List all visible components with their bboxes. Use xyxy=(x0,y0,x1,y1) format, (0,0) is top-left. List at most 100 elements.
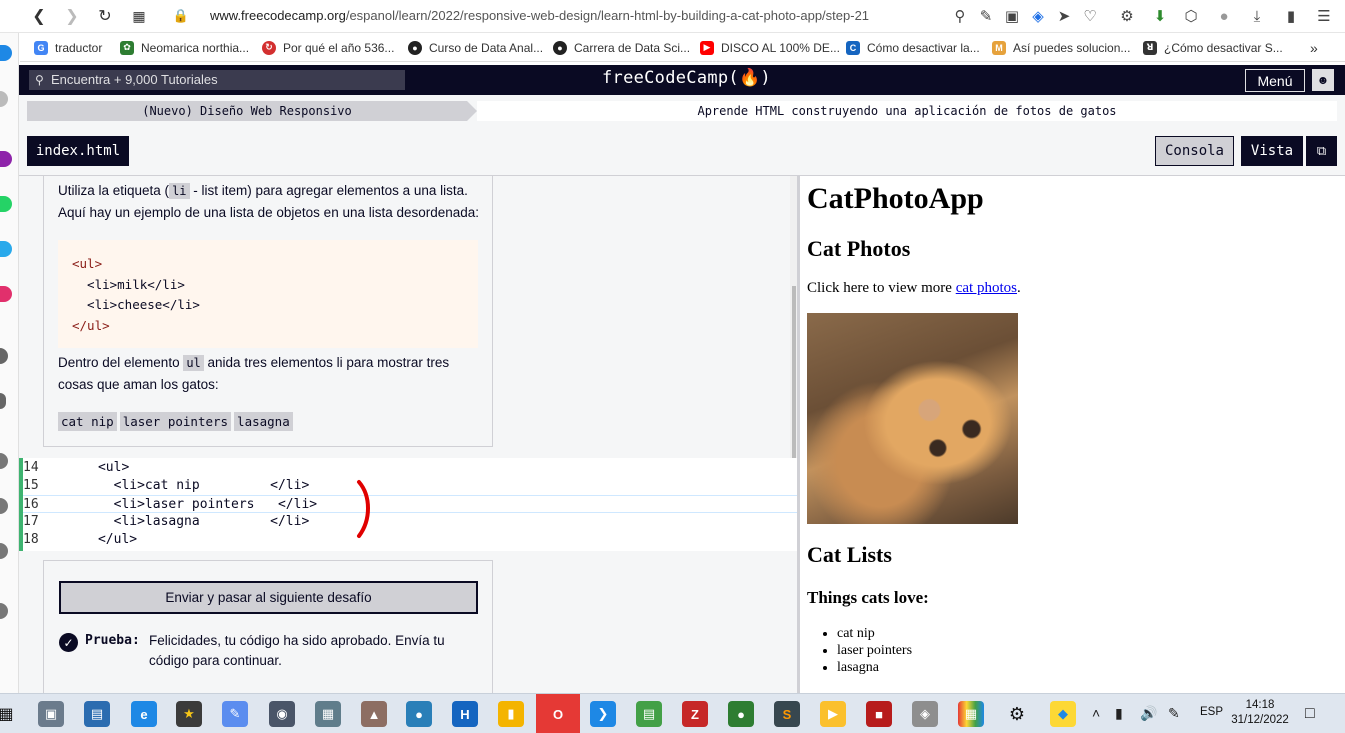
sidebar-play-icon[interactable] xyxy=(0,393,6,409)
popout-preview-icon[interactable]: ⧉ xyxy=(1306,136,1337,166)
gear-icon[interactable]: ⚙ xyxy=(1004,701,1030,727)
editor-line[interactable]: 18 </ul> xyxy=(23,531,798,549)
downloads-icon[interactable]: ⤓ xyxy=(1247,6,1267,26)
camera-icon[interactable]: ▣ xyxy=(1002,6,1022,26)
taskbar-app-icon[interactable]: ▤ xyxy=(636,701,662,727)
bookmark-item[interactable]: Gtraductor xyxy=(34,33,102,62)
taskbar-app-icon[interactable]: ■ xyxy=(866,701,892,727)
clock[interactable]: 14:18 31/12/2022 xyxy=(1228,698,1292,728)
bookmark-label: Neomarica northia... xyxy=(141,40,250,55)
taskbar-app-icon[interactable]: ▣ xyxy=(38,701,64,727)
editor-line[interactable]: 15 <li>cat nip </li> xyxy=(23,477,798,495)
sidebar-clock-icon[interactable] xyxy=(0,453,8,469)
bookmark-item[interactable]: ▶ DISCO AL 100% DE... xyxy=(700,33,840,62)
battery-icon[interactable]: ▮ xyxy=(1115,705,1123,722)
clock-date: 31/12/2022 xyxy=(1231,714,1289,726)
taskbar-app-icon[interactable]: ★ xyxy=(176,701,202,727)
bookmark-item[interactable]: ● Carrera de Data Sci... xyxy=(553,33,690,62)
vscode-icon[interactable]: ❯ xyxy=(590,701,616,727)
opera-icon[interactable]: O xyxy=(536,694,580,733)
whatsapp-icon[interactable] xyxy=(0,196,12,212)
camera-icon[interactable]: ◉ xyxy=(269,701,295,727)
tab-index-html[interactable]: index.html xyxy=(27,136,129,166)
taskbar-app-icon[interactable]: e xyxy=(131,701,157,727)
taskbar-app-icon[interactable]: ✎ xyxy=(222,701,248,727)
profile-icon[interactable]: ● xyxy=(1214,6,1234,26)
language-indicator[interactable]: ESP xyxy=(1200,706,1223,718)
forward-icon[interactable]: ❯ xyxy=(61,5,83,27)
preview-button[interactable]: Vista xyxy=(1241,136,1303,166)
taskbar-app-icon[interactable]: ◆ xyxy=(1050,701,1076,727)
bookmark-label: Carrera de Data Sci... xyxy=(574,40,691,55)
windows-start-icon[interactable]: ▦ xyxy=(0,701,14,727)
folder-icon[interactable]: ▮ xyxy=(498,701,524,727)
lock-icon[interactable]: 🔒 xyxy=(173,5,189,27)
sidebar-star-icon[interactable] xyxy=(0,91,8,107)
sidebar-history-icon[interactable] xyxy=(0,498,8,514)
instagram-icon[interactable] xyxy=(0,286,12,302)
taskbar-app-icon[interactable]: ▶ xyxy=(820,701,846,727)
telegram-icon[interactable] xyxy=(0,241,12,257)
editor-line[interactable]: 14 <ul> xyxy=(23,459,798,477)
fcc-logo[interactable]: freeCodeCamp(🔥) xyxy=(602,68,771,88)
sidebar-nav-icon[interactable] xyxy=(0,348,8,364)
taskbar-app-icon[interactable]: ● xyxy=(406,701,432,727)
calculator-icon[interactable]: ▦ xyxy=(315,701,341,727)
bookmark-item[interactable]: ● Curso de Data Anal... xyxy=(408,33,543,62)
settings-extension-icon[interactable]: ⚙ xyxy=(1117,6,1137,26)
breadcrumb-course[interactable]: (Nuevo) Diseño Web Responsivo xyxy=(27,101,477,121)
console-button[interactable]: Consola xyxy=(1155,136,1234,166)
back-icon[interactable]: ❮ xyxy=(28,5,50,27)
taskbar-app-icon[interactable]: ▲ xyxy=(361,701,387,727)
cat-photos-link[interactable]: cat photos xyxy=(956,280,1017,296)
filezilla-icon[interactable]: Z xyxy=(682,701,708,727)
bookmark-item[interactable]: M Así puedes solucion... xyxy=(992,33,1130,62)
edit-icon[interactable]: ✎ xyxy=(976,6,996,26)
menu-button[interactable]: Menú xyxy=(1245,69,1305,92)
bookmark-label: Curso de Data Anal... xyxy=(429,40,544,55)
editor-line-active[interactable]: 16 <li>laser pointers </li> xyxy=(23,495,798,513)
search-icon[interactable]: ⚲ xyxy=(950,6,970,26)
shield-icon[interactable]: ◈ xyxy=(1028,6,1048,26)
fcc-navbar: ⚲ Encuentra + 9,000 Tutoriales freeCodeC… xyxy=(19,65,1345,95)
inline-code: li xyxy=(169,183,190,199)
cat-photo-image[interactable] xyxy=(807,313,1018,524)
bookmark-item[interactable]: ✿ Neomarica northia... xyxy=(120,33,249,62)
breadcrumb-project[interactable]: Aprende HTML construyendo una aplicación… xyxy=(477,101,1337,121)
menu-lines-icon[interactable]: ☰ xyxy=(1314,6,1334,26)
download-extension-icon[interactable]: ⬇ xyxy=(1150,6,1170,26)
code-editor[interactable]: 14 <ul> 15 <li>cat nip </li> 16 <li>lase… xyxy=(19,458,798,551)
editor-line[interactable]: 17 <li>lasagna </li> xyxy=(23,513,798,531)
notification-icon[interactable]: □ xyxy=(1305,705,1315,723)
sidebar-app-icon[interactable] xyxy=(0,45,12,61)
submit-button[interactable]: Enviar y pasar al siguiente desafío xyxy=(59,581,478,614)
chevron-up-icon[interactable]: ˄ xyxy=(1092,705,1100,721)
pen-icon[interactable]: ✎ xyxy=(1168,705,1180,722)
volume-icon[interactable]: 🔊 xyxy=(1140,705,1157,722)
battery-icon[interactable]: ▮ xyxy=(1281,6,1301,26)
sublime-icon[interactable]: S xyxy=(774,701,800,727)
bookmark-item[interactable]: C Cómo desactivar la... xyxy=(846,33,980,62)
sidebar-settings-icon[interactable] xyxy=(0,543,8,559)
clock-time: 14:18 xyxy=(1245,699,1275,711)
avatar[interactable]: ☻ xyxy=(1312,69,1334,91)
reload-icon[interactable]: ↻ xyxy=(94,5,116,27)
bookmark-item[interactable]: ꓤ ¿Cómo desactivar S... xyxy=(1143,33,1283,62)
heart-icon[interactable]: ♡ xyxy=(1080,6,1100,26)
search-input[interactable]: ⚲ Encuentra + 9,000 Tutoriales xyxy=(29,70,405,90)
bookmark-item[interactable]: ↻ Por qué el año 536... xyxy=(262,33,394,62)
more-bookmarks-icon[interactable]: » xyxy=(1310,33,1318,62)
taskbar-app-icon[interactable]: ◈ xyxy=(912,701,938,727)
send-icon[interactable]: ➤ xyxy=(1054,6,1074,26)
taskbar-app-icon[interactable]: ▤ xyxy=(84,701,110,727)
tabs-grid-icon[interactable]: ▦ xyxy=(128,5,150,27)
messenger-icon[interactable] xyxy=(0,151,12,167)
sidebar-bulb-icon[interactable] xyxy=(0,603,8,619)
taskbar-app-icon[interactable]: H xyxy=(452,701,478,727)
browser-toolbar: ❮ ❯ ↻ ▦ 🔒 www.freecodecamp.org/espanol/l… xyxy=(0,0,1345,33)
cube-icon[interactable]: ⬡ xyxy=(1181,6,1201,26)
address-bar[interactable]: www.freecodecamp.org/espanol/learn/2022/… xyxy=(210,5,869,27)
scrollbar-thumb[interactable] xyxy=(792,286,796,464)
taskbar-app-icon[interactable]: ▦ xyxy=(958,701,984,727)
taskbar-app-icon[interactable]: ● xyxy=(728,701,754,727)
